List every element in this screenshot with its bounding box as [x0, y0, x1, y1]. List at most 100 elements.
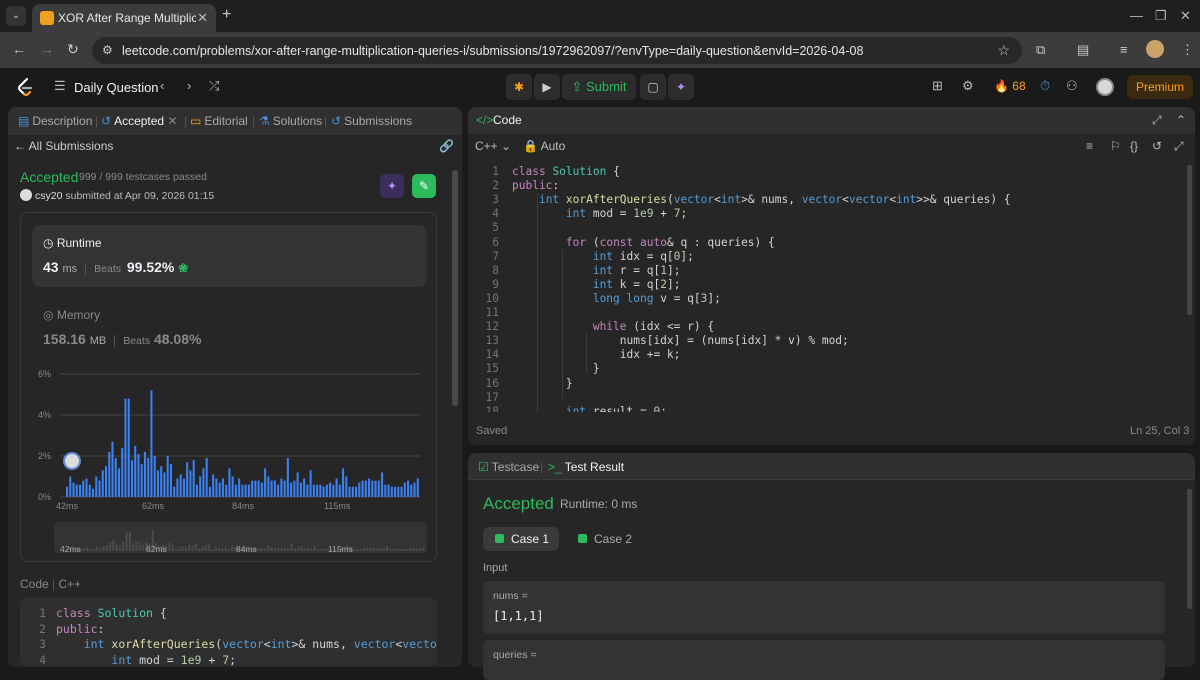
- runtime-bar: [394, 486, 397, 497]
- extensions-icon[interactable]: ⧉: [1036, 42, 1045, 58]
- submit-button[interactable]: ⇪ Submit: [562, 74, 636, 100]
- run-icon[interactable]: ▶: [534, 74, 560, 100]
- submitter-avatar: [20, 189, 32, 201]
- user-avatar[interactable]: [1096, 78, 1114, 96]
- code-line[interactable]: 3 int xorAfterQueries(vector<int>& nums,…: [467, 193, 1010, 207]
- language-selector[interactable]: C++ ⌄: [475, 139, 511, 153]
- share-link-icon[interactable]: 🔗: [439, 139, 454, 153]
- analyze-sparkle-button[interactable]: ✦: [380, 174, 404, 198]
- code-line[interactable]: 16 }: [467, 377, 573, 391]
- browser-tab[interactable]: XOR After Range Multiplicati ✕: [32, 4, 216, 32]
- bookmark-icon[interactable]: ⚐: [1110, 139, 1121, 153]
- code-editor[interactable]: 1 class Solution {2 public: 3 int xorAfterQ…: [467, 158, 1195, 412]
- leetcode-logo-icon[interactable]: [16, 77, 34, 97]
- url-text: leetcode.com/problems/xor-after-range-mu…: [122, 44, 864, 58]
- code-line[interactable]: 7 int idx = q[0];: [467, 250, 694, 264]
- minimize-icon[interactable]: —: [1130, 8, 1143, 23]
- runtime-bar: [127, 398, 130, 497]
- format-icon[interactable]: ≡: [1086, 139, 1093, 153]
- code-line[interactable]: 14 idx += k;: [467, 348, 681, 362]
- layout-grid-icon[interactable]: ⊞: [932, 78, 943, 94]
- tab-search-chevron-icon[interactable]: ⌄: [6, 6, 26, 26]
- submitted-code-block[interactable]: 1 class Solution {2 public: 3 int xorAfterQ…: [20, 598, 437, 666]
- reset-icon[interactable]: ↺: [1152, 139, 1162, 153]
- left-scrollbar[interactable]: [452, 170, 458, 406]
- maximize-panel-icon[interactable]: ⤢: [1152, 113, 1162, 128]
- tab-solutions[interactable]: ⚗ Solutions: [259, 114, 322, 128]
- runtime-card[interactable]: [32, 225, 427, 287]
- maximize-icon[interactable]: ❐: [1155, 8, 1167, 24]
- runtime-distribution-chart[interactable]: 6% 4% 2% 0% 42ms 62ms 84ms 115ms 42ms 62ms 84ms 115…: [30, 365, 430, 555]
- notes-icon[interactable]: ▢: [640, 74, 666, 100]
- problem-list-icon[interactable]: ☰: [54, 78, 66, 94]
- back-icon[interactable]: ←: [12, 41, 26, 57]
- code-line[interactable]: 17: [467, 391, 512, 405]
- sidebar-icon[interactable]: ▤: [1077, 42, 1089, 58]
- code-line[interactable]: 8 int r = q[1];: [467, 264, 680, 278]
- add-friend-icon[interactable]: ⚇: [1066, 78, 1078, 94]
- media-icon[interactable]: ≡: [1120, 42, 1128, 57]
- premium-button[interactable]: Premium: [1127, 75, 1193, 99]
- daily-question-label[interactable]: Daily Question: [74, 80, 159, 95]
- minimap-bar: [293, 548, 296, 551]
- code-line[interactable]: 10 long long v = q[3];: [467, 292, 721, 306]
- settings-gear-icon[interactable]: ⚙: [962, 78, 974, 94]
- code-line[interactable]: 18 int result = 0;: [467, 405, 667, 412]
- bookmark-star-icon[interactable]: ☆: [997, 42, 1010, 59]
- input-var-nums[interactable]: nums = [1,1,1]: [483, 581, 1165, 634]
- braces-icon[interactable]: {}: [1130, 139, 1138, 153]
- fullscreen-icon[interactable]: ⤢: [1174, 139, 1184, 154]
- site-info-icon[interactable]: ⚙: [102, 43, 113, 57]
- all-submissions-link[interactable]: ← All Submissions: [14, 139, 113, 153]
- debug-icon[interactable]: ✱: [506, 74, 532, 100]
- minimap-bar: [224, 547, 227, 551]
- collapse-panel-icon[interactable]: ⌃: [1176, 113, 1186, 127]
- prev-problem-icon[interactable]: ‹: [160, 78, 164, 93]
- runtime-bar: [104, 466, 108, 497]
- runtime-bar: [322, 486, 325, 497]
- autocomplete-mode[interactable]: 🔒 Auto: [523, 139, 565, 153]
- tab-submissions[interactable]: ↺ Submissions: [331, 114, 412, 128]
- minimap-bar: [138, 542, 141, 551]
- new-tab-icon[interactable]: +: [222, 6, 231, 24]
- code-line[interactable]: 2 public:: [467, 179, 559, 193]
- minimap-bar: [115, 543, 118, 551]
- memory-value: 158.16 MB Beats 48.08%: [43, 331, 202, 347]
- minimap-bar: [132, 543, 135, 551]
- runtime-bar: [247, 484, 250, 497]
- code-line[interactable]: 1 class Solution {: [467, 165, 620, 179]
- code-line[interactable]: 4 int mod = 1e9 + 7;: [467, 207, 687, 221]
- case-2-tab[interactable]: Case 2: [566, 527, 646, 551]
- browser-profile-avatar[interactable]: [1146, 40, 1164, 58]
- case-1-tab[interactable]: Case 1: [483, 527, 559, 551]
- tab-accepted[interactable]: ↺ Accepted ✕: [101, 114, 178, 128]
- tab-description[interactable]: ▤ Description: [18, 114, 92, 128]
- code-line[interactable]: 5: [467, 221, 512, 235]
- ai-sparkle-icon[interactable]: ✦: [668, 74, 694, 100]
- code-line[interactable]: 11: [467, 306, 512, 320]
- next-problem-icon[interactable]: ›: [187, 78, 191, 93]
- code-line[interactable]: 13 nums[idx] = (nums[idx] * v) % mod;: [467, 334, 849, 348]
- code-line[interactable]: 9 int k = q[2];: [467, 278, 680, 292]
- reload-icon[interactable]: ↻: [67, 41, 79, 58]
- code-line[interactable]: 12 while (idx <= r) {: [467, 320, 715, 334]
- forward-icon[interactable]: →: [40, 41, 54, 57]
- runtime-bar: [160, 466, 163, 497]
- memory-label[interactable]: ◎ Memory: [43, 308, 100, 322]
- minimap-bar: [316, 548, 319, 551]
- window-close-icon[interactable]: ✕: [1180, 8, 1191, 24]
- code-line[interactable]: 6 for (const auto& q : queries) {: [467, 236, 775, 250]
- tab-close-icon[interactable]: ✕: [197, 10, 208, 26]
- shuffle-icon[interactable]: ⤮: [209, 78, 219, 94]
- code-line[interactable]: 15 }: [467, 362, 600, 376]
- timer-icon[interactable]: ⏱: [1040, 78, 1050, 94]
- browser-menu-icon[interactable]: ⋮: [1181, 42, 1194, 58]
- edit-code-button[interactable]: ✎: [412, 174, 436, 198]
- tab-editorial[interactable]: ▭ Editorial: [190, 114, 248, 128]
- address-bar[interactable]: ⚙ leetcode.com/problems/xor-after-range-…: [92, 37, 1022, 64]
- streak-counter[interactable]: 🔥 68: [994, 79, 1026, 93]
- input-var-queries[interactable]: queries =: [483, 640, 1165, 680]
- tab-test-result[interactable]: >_ Test Result: [548, 460, 624, 474]
- result-scrollbar[interactable]: [1187, 489, 1192, 609]
- tab-testcase[interactable]: ☑ Testcase: [478, 460, 539, 474]
